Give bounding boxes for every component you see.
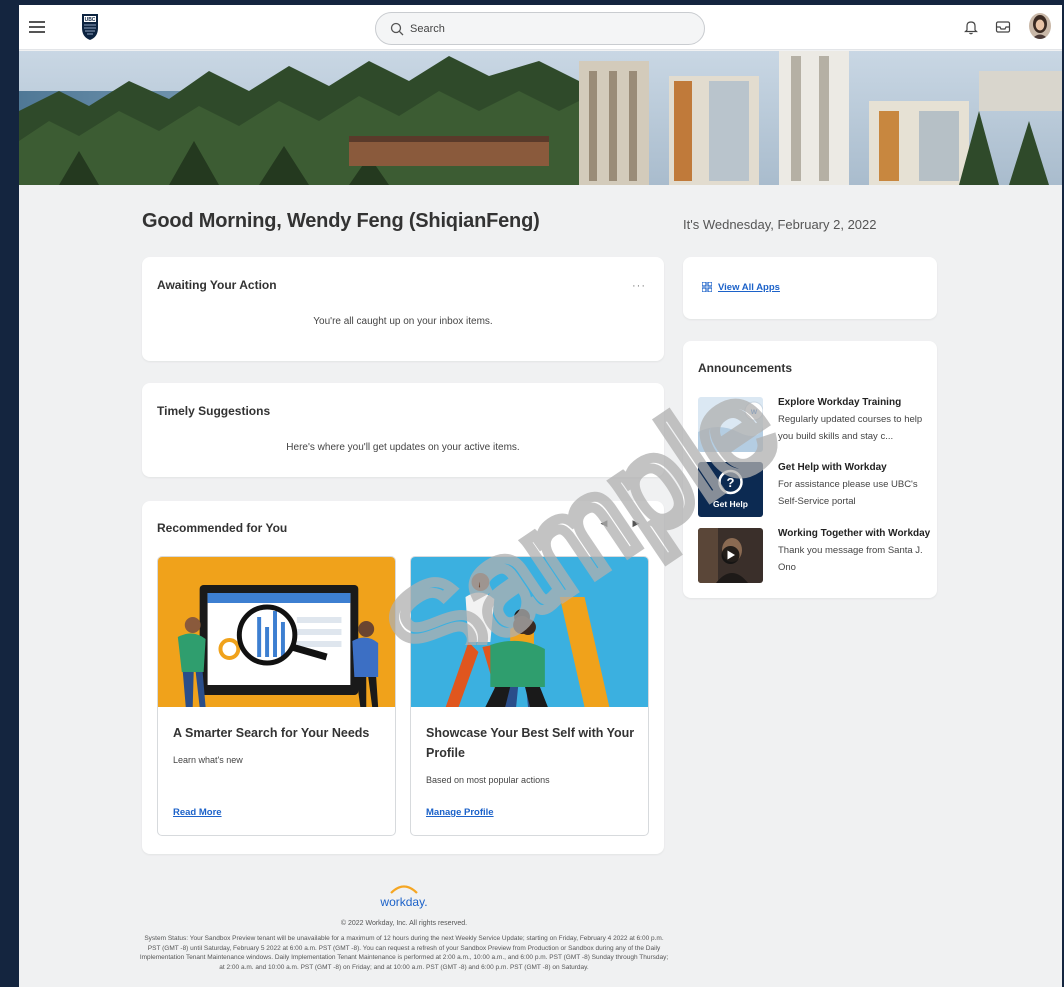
- svg-text:UBC: UBC: [85, 17, 96, 23]
- svg-text:workday.: workday.: [379, 895, 427, 909]
- read-more-link[interactable]: Read More: [173, 807, 222, 818]
- recommendation-tile-search[interactable]: A Smarter Search for Your Needs Learn wh…: [157, 556, 396, 836]
- apps-card: View All Apps: [683, 257, 937, 319]
- inbox-icon[interactable]: [995, 19, 1011, 35]
- avatar[interactable]: [1029, 13, 1051, 39]
- recommended-card: Recommended for You ◀ ▶ A Smarter Search…: [142, 501, 664, 854]
- current-date: It's Wednesday, February 2, 2022: [683, 217, 877, 232]
- announcement-description: Thank you message from Santa J. Ono: [778, 545, 923, 573]
- banner-image: [19, 51, 1062, 185]
- view-all-apps-link[interactable]: View All Apps: [718, 282, 780, 293]
- top-bar: UBC: [19, 5, 1062, 50]
- manage-profile-link[interactable]: Manage Profile: [426, 807, 494, 818]
- announcement-title: Get Help with Workday: [778, 462, 887, 473]
- announcement-item[interactable]: w Explore Workday Training Regularly upd…: [698, 397, 928, 452]
- timely-suggestions-title: Timely Suggestions: [157, 404, 271, 418]
- profile-illustration: [411, 557, 648, 707]
- recommendation-subtitle: Learn what's new: [173, 755, 243, 765]
- announcement-item[interactable]: ? Get Help Get Help with Workday For ass…: [698, 462, 928, 517]
- svg-text:?: ?: [727, 475, 735, 490]
- search-bar[interactable]: [375, 12, 705, 45]
- app-window: UBC Search Good Morning, Wendy Feng (Shi…: [19, 5, 1062, 987]
- menu-icon[interactable]: [29, 18, 45, 34]
- recommended-title: Recommended for You: [157, 521, 288, 535]
- search-input[interactable]: [410, 20, 690, 38]
- ubc-logo[interactable]: UBC: [81, 13, 99, 41]
- system-status-text: System Status: Your Sandbox Preview tena…: [139, 935, 669, 972]
- announcement-description: Regularly updated courses to help you bu…: [778, 414, 923, 442]
- recommendation-title: Showcase Your Best Self with Your Profil…: [426, 726, 635, 760]
- announcement-title: Working Together with Workday: [778, 528, 931, 539]
- announcement-title: Explore Workday Training: [778, 397, 902, 408]
- training-thumbnail: w: [698, 397, 763, 452]
- carousel-next-button[interactable]: ▶: [626, 513, 646, 533]
- announcements-card: Announcements w Explore Workday Training…: [683, 341, 937, 598]
- search-illustration: [158, 557, 395, 707]
- timely-suggestions-message: Here's where you'll get updates on your …: [286, 442, 520, 453]
- recommendation-subtitle: Based on most popular actions: [426, 775, 550, 785]
- timely-suggestions-card: Timely Suggestions Here's where you'll g…: [142, 383, 664, 477]
- workday-logo: workday.: [379, 885, 428, 909]
- announcement-item[interactable]: Working Together with Workday Thank you …: [698, 528, 931, 583]
- copyright-text: © 2022 Workday, Inc. All rights reserved…: [340, 920, 468, 927]
- carousel-prev-button[interactable]: ◀: [594, 513, 614, 533]
- grid-icon: [702, 282, 712, 292]
- video-thumbnail: [698, 528, 763, 583]
- bell-icon[interactable]: [964, 19, 978, 35]
- awaiting-action-title: Awaiting Your Action: [157, 278, 277, 292]
- announcement-description: For assistance please use UBC's Self-Ser…: [778, 479, 918, 507]
- awaiting-action-card: Awaiting Your Action ··· You're all caug…: [142, 257, 664, 361]
- get-help-label: Get Help: [713, 499, 748, 509]
- greeting: Good Morning, Wendy Feng (ShiqianFeng): [142, 210, 540, 232]
- announcements-title: Announcements: [698, 361, 793, 375]
- recommendation-title: A Smarter Search for Your Needs: [173, 726, 370, 740]
- more-options-icon[interactable]: ···: [632, 280, 646, 292]
- svg-text:w: w: [750, 407, 758, 416]
- get-help-thumbnail: ? Get Help: [698, 462, 763, 517]
- recommendation-tile-profile[interactable]: Showcase Your Best Self with Your Profil…: [410, 556, 649, 836]
- awaiting-action-message: You're all caught up on your inbox items…: [313, 316, 493, 327]
- search-icon: [390, 22, 404, 36]
